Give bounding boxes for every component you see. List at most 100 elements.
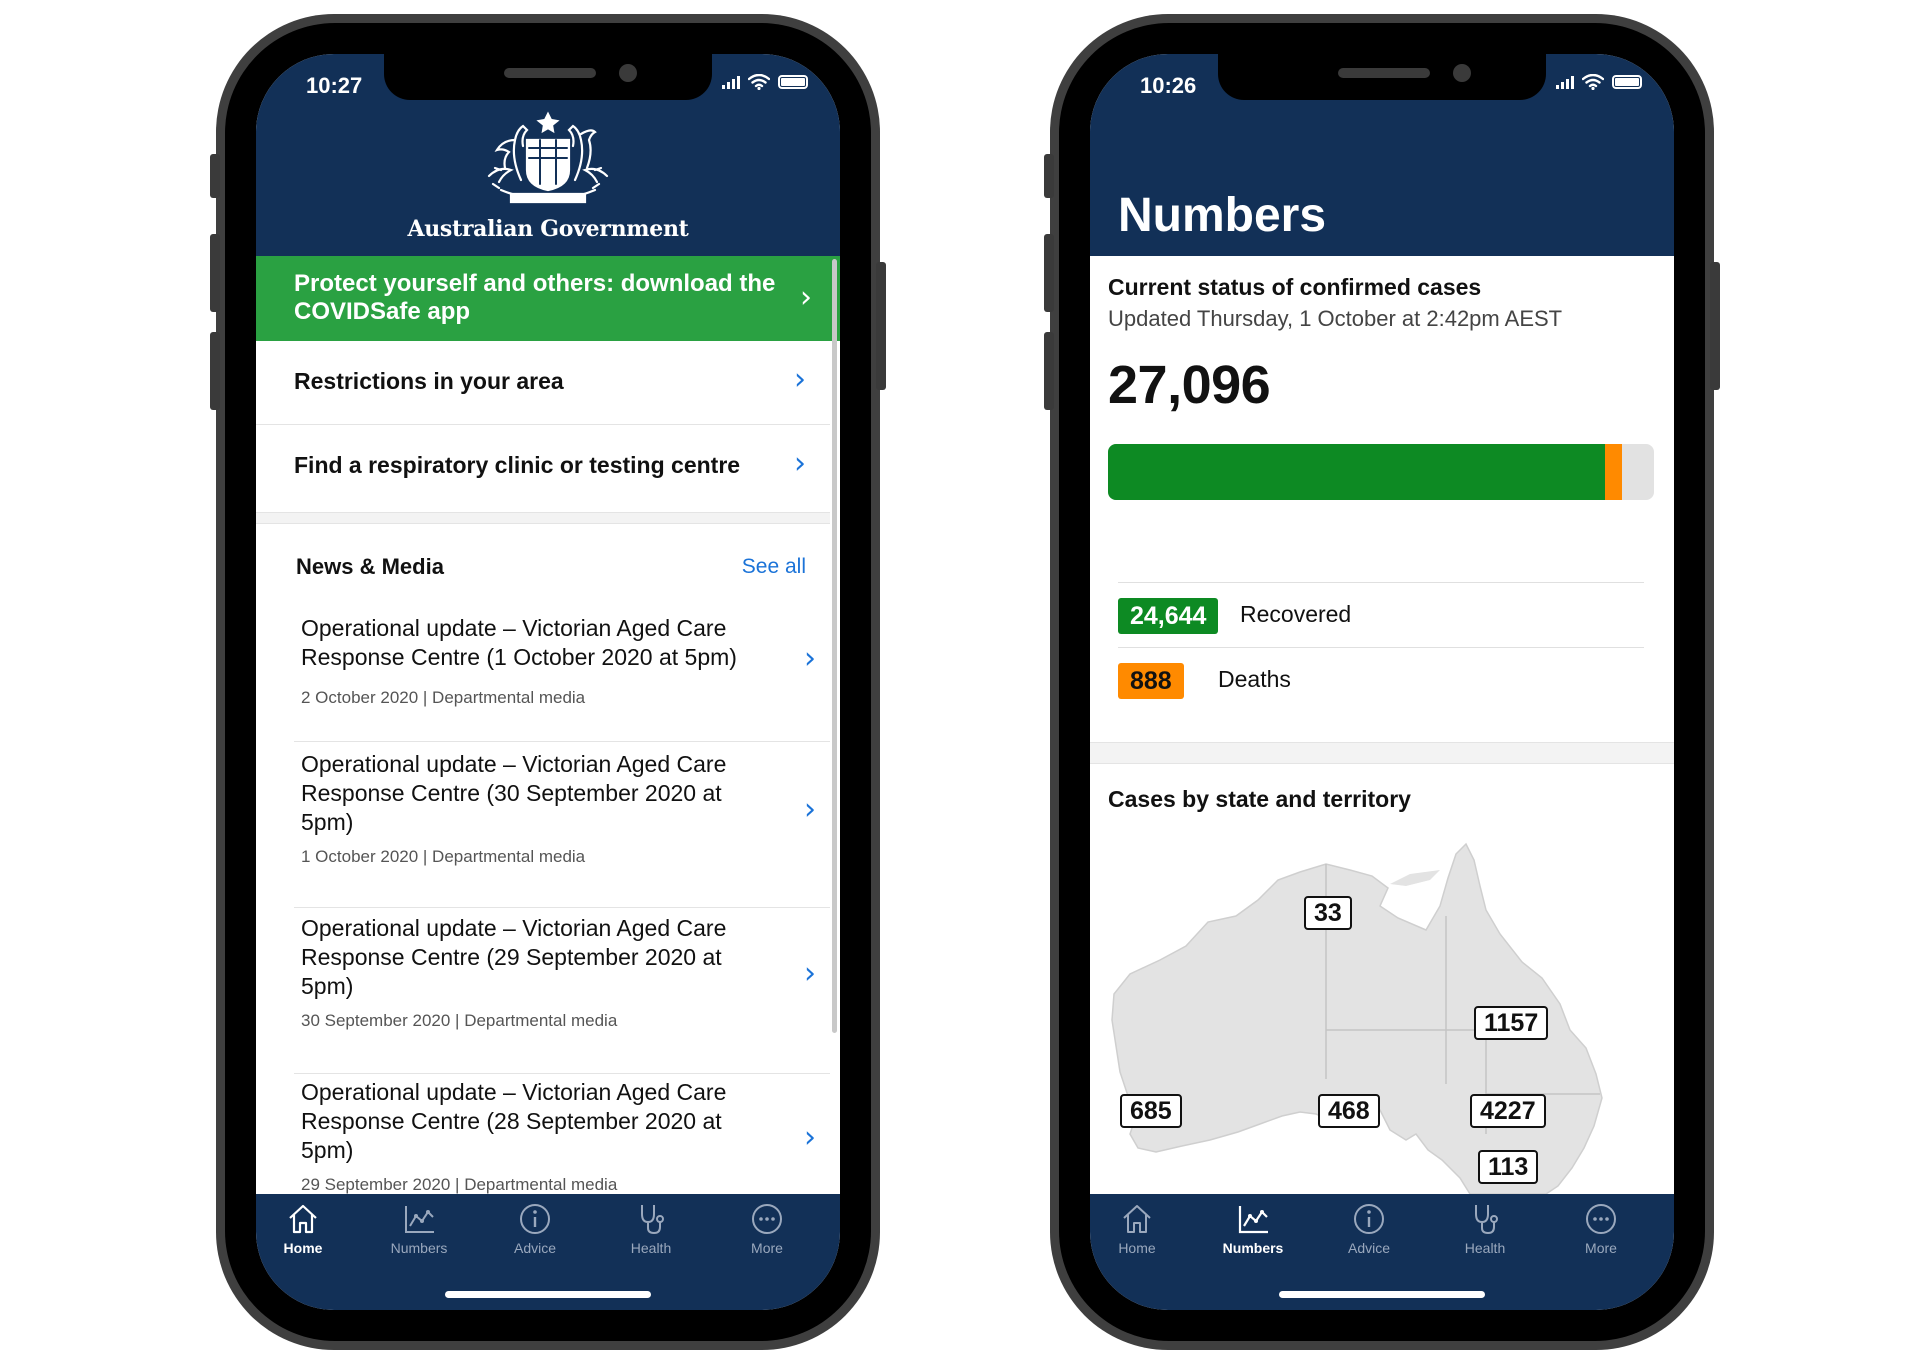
tab-health[interactable]: Health — [593, 1202, 709, 1256]
tab-label: More — [751, 1240, 783, 1256]
power-button — [876, 262, 886, 390]
clinic-link[interactable]: Find a respiratory clinic or testing cen… — [256, 425, 830, 509]
phone-home: Australian Government 10:27 Protect your… — [210, 14, 886, 1350]
chevron-right-icon: › — [800, 280, 812, 315]
see-all-link[interactable]: See all — [742, 555, 806, 579]
map-label-act[interactable]: 113 — [1478, 1150, 1539, 1184]
chevron-right-icon: › — [804, 641, 816, 676]
chevron-right-icon: › — [794, 362, 806, 397]
tab-label: Home — [283, 1240, 323, 1256]
phone-numbers: Numbers 10:26 Current status of confirme… — [1044, 14, 1720, 1350]
recovered-bar-segment — [1108, 444, 1605, 500]
map-title: Cases by state and territory — [1108, 786, 1411, 812]
map-label-sa[interactable]: 468 — [1318, 1094, 1380, 1128]
news-headline: Operational update – Victorian Aged Care… — [301, 915, 727, 999]
coat-of-arms-logo — [487, 111, 609, 204]
chevron-right-icon: › — [804, 956, 816, 991]
wifi-icon — [1582, 74, 1604, 90]
volume-up-button — [210, 234, 220, 312]
australia-map — [1111, 842, 1603, 1194]
battery-icon — [1612, 75, 1642, 89]
deaths-row: 888 Deaths — [1118, 647, 1644, 711]
stethoscope-icon — [641, 1205, 664, 1235]
tab-home[interactable]: Home — [256, 1202, 361, 1256]
cellular-signal-icon — [1556, 75, 1574, 89]
info-icon — [1354, 1204, 1384, 1234]
cases-progress-bar — [1108, 444, 1654, 500]
volume-down-button — [210, 332, 220, 410]
chevron-right-icon: › — [794, 446, 806, 481]
page-title: Numbers — [1118, 189, 1327, 242]
status-time: 10:27 — [306, 73, 363, 98]
section-divider — [256, 512, 830, 524]
deaths-label: Deaths — [1218, 666, 1291, 692]
recovered-badge: 24,644 — [1118, 598, 1219, 634]
status-icons — [1556, 74, 1642, 90]
news-headline: Operational update – Victorian Aged Care… — [301, 1079, 727, 1163]
volume-down-button — [1044, 332, 1054, 410]
front-camera — [619, 64, 637, 82]
covidsafe-banner[interactable]: Protect yourself and others: download th… — [256, 256, 840, 341]
news-item[interactable]: Operational update – Victorian Aged Care… — [294, 914, 830, 1074]
deaths-badge: 888 — [1118, 663, 1184, 699]
wifi-icon — [748, 74, 770, 90]
pacific-islands — [1390, 870, 1440, 886]
status-icons — [722, 74, 808, 90]
scroll-indicator[interactable] — [832, 259, 837, 1033]
more-icon — [1586, 1204, 1616, 1234]
clinic-label: Find a respiratory clinic or testing cen… — [294, 452, 741, 478]
tab-label: Health — [1464, 1240, 1506, 1256]
home-screen: Australian Government 10:27 Protect your… — [256, 54, 840, 1310]
tab-more[interactable]: More — [1543, 1202, 1659, 1256]
notch — [384, 54, 712, 100]
status-heading: Current status of confirmed cases — [1108, 274, 1482, 300]
deaths-bar-segment — [1604, 444, 1623, 500]
gov-title: Australian Government — [407, 216, 689, 242]
tab-advice[interactable]: Advice — [1311, 1202, 1427, 1256]
total-cases: 27,096 — [1108, 355, 1271, 415]
tab-home[interactable]: Home — [1090, 1202, 1195, 1256]
home-indicator[interactable] — [445, 1291, 651, 1298]
map-label-nsw[interactable]: 4227 — [1470, 1094, 1546, 1128]
tab-numbers[interactable]: Numbers — [1195, 1202, 1311, 1256]
front-camera — [1453, 64, 1471, 82]
status-time: 10:26 — [1140, 73, 1197, 98]
silent-switch — [1044, 154, 1054, 198]
tab-numbers[interactable]: Numbers — [361, 1202, 477, 1256]
restrictions-link[interactable]: Restrictions in your area › — [256, 341, 830, 425]
chevron-right-icon: › — [804, 1120, 816, 1155]
news-meta: 2 October 2020 | Departmental media — [301, 688, 586, 707]
numbers-screen: Numbers 10:26 Current status of confirme… — [1090, 54, 1674, 1310]
tab-more[interactable]: More — [709, 1202, 825, 1256]
speaker-grille — [1338, 68, 1430, 78]
more-icon — [752, 1204, 782, 1234]
covidsafe-banner-label: Protect yourself and others: download th… — [294, 270, 776, 325]
home-indicator[interactable] — [1279, 1291, 1485, 1298]
notch — [1218, 54, 1546, 100]
map-label-wa[interactable]: 685 — [1120, 1094, 1182, 1128]
map-label-qld[interactable]: 1157 — [1474, 1006, 1549, 1040]
news-item[interactable]: Operational update – Victorian Aged Care… — [294, 614, 830, 742]
tab-label: Health — [630, 1240, 672, 1256]
map-label-nt[interactable]: 33 — [1304, 896, 1352, 930]
power-button — [1710, 262, 1720, 390]
news-meta: 29 September 2020 | Departmental media — [301, 1175, 618, 1194]
recovered-row: 24,644 Recovered — [1118, 582, 1644, 646]
silent-switch — [210, 154, 220, 198]
news-headline: Operational update – Victorian Aged Care… — [301, 615, 737, 670]
news-headline: Operational update – Victorian Aged Care… — [301, 751, 727, 835]
home-icon — [1123, 1205, 1151, 1233]
news-item[interactable]: Operational update – Victorian Aged Care… — [294, 750, 830, 908]
tab-health[interactable]: Health — [1427, 1202, 1543, 1256]
tab-label: Numbers — [390, 1240, 448, 1256]
tab-bar: Home Numbers Advice Health More — [256, 1194, 840, 1310]
recovered-label: Recovered — [1240, 601, 1352, 627]
tab-label: More — [1585, 1240, 1617, 1256]
chart-icon — [405, 1206, 434, 1233]
cellular-signal-icon — [722, 75, 740, 89]
tab-advice[interactable]: Advice — [477, 1202, 593, 1256]
news-meta: 1 October 2020 | Departmental media — [301, 847, 586, 866]
news-meta: 30 September 2020 | Departmental media — [301, 1011, 618, 1030]
stethoscope-icon — [1475, 1205, 1498, 1235]
restrictions-label: Restrictions in your area — [294, 368, 564, 394]
